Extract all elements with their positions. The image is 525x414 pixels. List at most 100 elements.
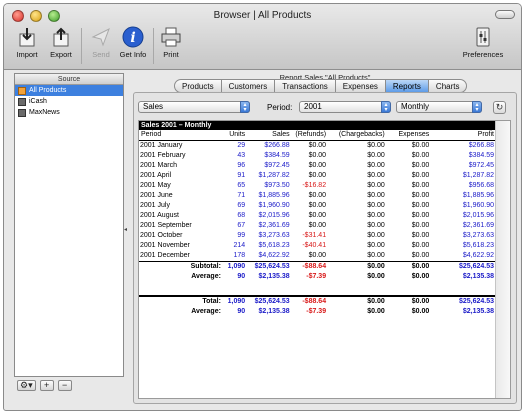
app-icon xyxy=(18,109,26,117)
export-icon xyxy=(53,27,69,47)
tab-reports[interactable]: Reports xyxy=(384,79,429,93)
table-cell: 29 xyxy=(237,142,246,149)
get-info-label: Get Info xyxy=(119,50,147,59)
tab-charts[interactable]: Charts xyxy=(427,79,468,93)
tab-customers[interactable]: Customers xyxy=(220,79,276,93)
table-cell: $0.00 xyxy=(308,192,327,199)
table-cell: 69 xyxy=(237,202,246,209)
total-cell: $0.00 xyxy=(327,295,386,307)
remove-source-button[interactable]: − xyxy=(57,380,72,391)
table-row: 2001 November 214 $5,618.23 -$40.41 $0.00 $0.… xyxy=(139,241,495,251)
average1-cell: $0.00 xyxy=(367,273,385,280)
table-cell: $0.00 xyxy=(367,182,385,189)
table-cell: $1,960.90 xyxy=(462,202,494,209)
interval-value: Monthly xyxy=(401,102,430,111)
print-label: Print xyxy=(163,50,179,59)
table-cell: $972.45 xyxy=(264,162,290,169)
toolbar-separator xyxy=(81,28,82,64)
table-cell: $0.00 xyxy=(308,252,327,259)
toolbar-toggle-button[interactable] xyxy=(495,10,515,19)
table-cell: 214 xyxy=(233,242,246,249)
average1-label: Average: xyxy=(191,273,221,280)
table-cell: -$40.41 xyxy=(302,242,327,249)
source-item-label: iCash xyxy=(29,98,47,105)
app-icon xyxy=(18,98,26,106)
send-button[interactable]: Send xyxy=(84,26,118,59)
table-cell: -$16.82 xyxy=(302,182,327,189)
average2-cell: -$7.39 xyxy=(306,308,327,315)
popup-arrows-icon: ▴ ▾ xyxy=(381,101,391,113)
source-list: Source All Products iCash MaxNews xyxy=(14,73,124,377)
table-cell: $0.00 xyxy=(411,142,430,149)
refresh-button[interactable]: ↻ xyxy=(493,101,506,114)
table-cell: $0.00 xyxy=(308,162,327,169)
source-item-all-products[interactable]: All Products xyxy=(15,85,123,96)
total-cell: $0.00 xyxy=(385,295,431,307)
average2-cell: $0.00 xyxy=(367,308,385,315)
report-table: Period Units Sales (Refunds) (Chargeback… xyxy=(139,130,495,317)
table-row: 2001 June 71 $1,885.96 $0.00 $0.00 $0.00 $1,88… xyxy=(139,191,495,201)
average1-row: Average: 90 $2,135.38 -$7.39 $0.00 $0.00 $2,13… xyxy=(139,272,495,282)
table-cell: $2,361.69 xyxy=(258,222,290,229)
popup-arrows-icon: ▴ ▾ xyxy=(240,101,250,113)
column-header: Profit xyxy=(430,130,495,141)
report-view: Sales 2001 – Monthly Period Units Sales … xyxy=(138,120,511,399)
report-type-popup[interactable]: Sales ▴ ▾ xyxy=(138,101,250,113)
table-cell: 68 xyxy=(237,212,246,219)
print-button[interactable]: Print xyxy=(154,26,188,59)
table-cell: $956.68 xyxy=(468,182,494,189)
action-gear-button[interactable]: ⚙▾ xyxy=(17,380,36,391)
tab-expenses[interactable]: Expenses xyxy=(334,79,386,93)
export-button[interactable]: Export xyxy=(44,26,78,59)
source-item-maxnews[interactable]: MaxNews xyxy=(15,107,123,118)
tab-transactions[interactable]: Transactions xyxy=(274,79,336,93)
table-cell: $1,960.90 xyxy=(258,202,290,209)
svg-text:i: i xyxy=(130,30,135,46)
table-cell: $266.88 xyxy=(264,142,290,149)
table-cell: $5,618.23 xyxy=(258,242,290,249)
table-cell: 2001 May xyxy=(140,182,171,189)
vertical-scrollbar[interactable] xyxy=(495,121,510,398)
import-button[interactable]: Import xyxy=(10,26,44,59)
table-row: 2001 February 43 $384.59 $0.00 $0.00 $0.00 $38… xyxy=(139,151,495,161)
refresh-icon: ↻ xyxy=(495,102,504,112)
total-cell: 1,090 xyxy=(221,295,247,307)
preferences-button[interactable]: Preferences xyxy=(460,26,506,59)
table-cell: 2001 June xyxy=(140,192,173,199)
table-cell: $0.00 xyxy=(308,142,327,149)
table-cell: 2001 July xyxy=(140,202,170,209)
subtotal-cell: $0.00 xyxy=(327,261,386,272)
table-row: 2001 October 99 $3,273.63 -$31.41 $0.00 $0.00… xyxy=(139,231,495,241)
period-popup[interactable]: 2001 ▴ ▾ xyxy=(299,101,391,113)
splitter-handle-icon[interactable]: ◂ xyxy=(124,226,127,233)
source-item-icash[interactable]: iCash xyxy=(15,96,123,107)
table-cell: 2001 April xyxy=(140,172,172,179)
average1-cell: $2,135.38 xyxy=(462,273,494,280)
total-cell: $25,624.53 xyxy=(430,295,495,307)
table-row: 2001 April 91 $1,287.82 $0.00 $0.00 $0.00 $1,2… xyxy=(139,171,495,181)
table-cell: 2001 January xyxy=(140,142,183,149)
source-item-label: MaxNews xyxy=(29,109,60,116)
table-cell: $0.00 xyxy=(367,162,385,169)
table-cell: $3,273.63 xyxy=(258,232,290,239)
table-cell: $0.00 xyxy=(411,162,430,169)
average2-row: Average: 90 $2,135.38 -$7.39 $0.00 $0.00 $2,13… xyxy=(139,307,495,317)
main-area: Report Sales "All Products" Products Cus… xyxy=(130,70,520,408)
table-cell: $1,885.96 xyxy=(462,192,494,199)
toolbar: Import Export Send i Get Info Print Pref… xyxy=(4,24,521,68)
spacer-row xyxy=(139,282,495,296)
tab-products[interactable]: Products xyxy=(174,79,222,93)
interval-popup[interactable]: Monthly ▴ ▾ xyxy=(396,101,482,113)
table-cell: $5,618.23 xyxy=(462,242,494,249)
table-cell: 96 xyxy=(237,162,246,169)
table-cell: $0.00 xyxy=(411,212,430,219)
add-source-button[interactable]: + xyxy=(39,380,54,391)
browser-window: Browser | All Products Import Export Sen… xyxy=(3,3,522,411)
source-item-label: All Products xyxy=(29,87,67,94)
table-cell: 65 xyxy=(237,182,246,189)
get-info-button[interactable]: i Get Info xyxy=(116,26,150,59)
table-cell: $0.00 xyxy=(411,152,430,159)
table-cell: $2,361.69 xyxy=(462,222,494,229)
table-cell: $1,287.82 xyxy=(462,172,494,179)
column-header: Period xyxy=(139,130,222,141)
